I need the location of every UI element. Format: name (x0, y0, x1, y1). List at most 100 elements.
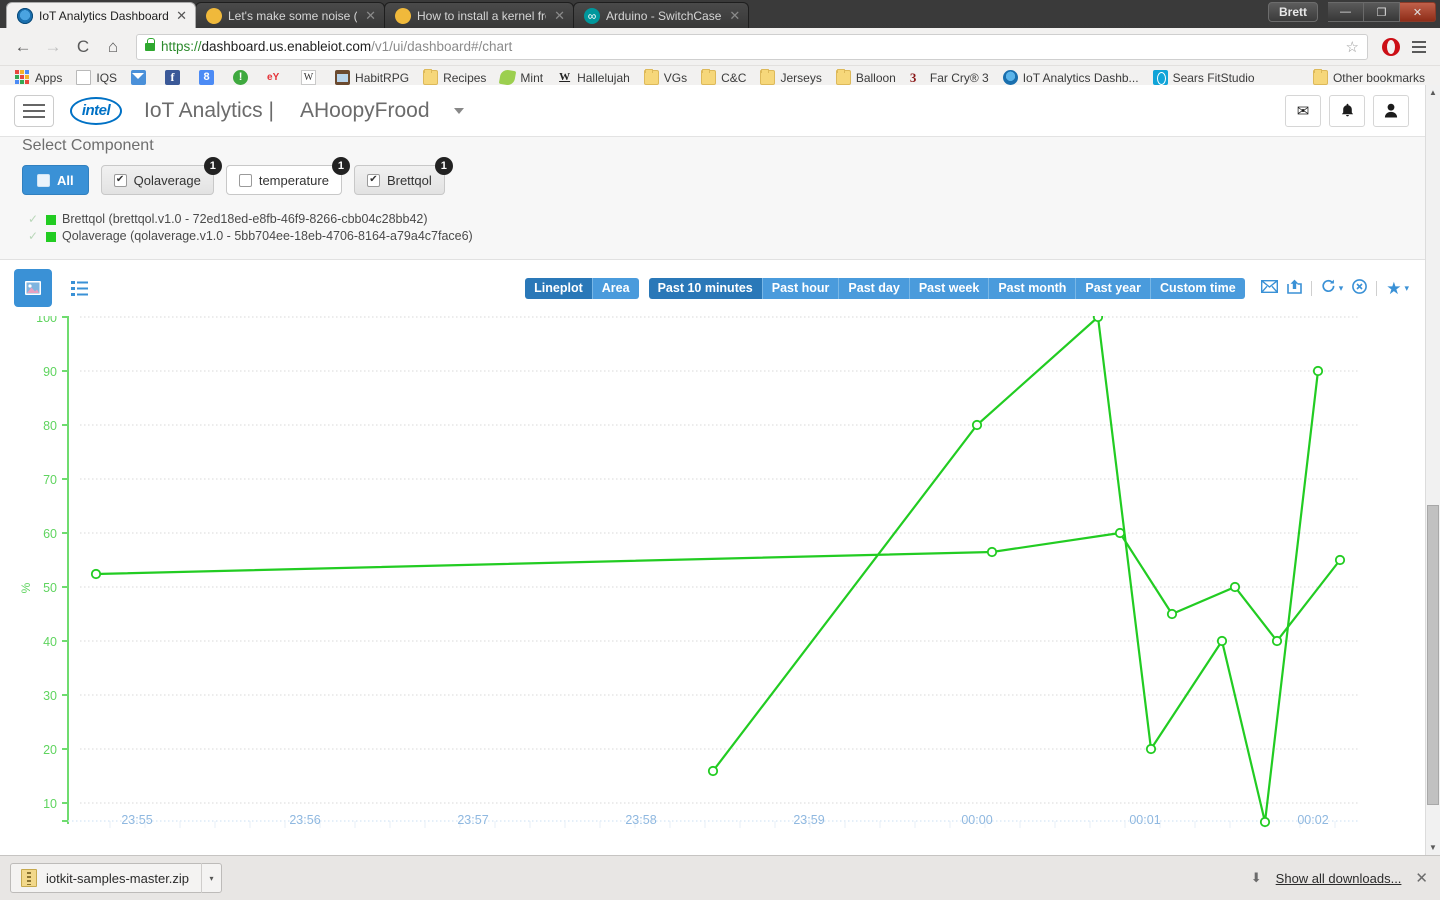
range-past-month[interactable]: Past month (989, 277, 1077, 299)
chip-all[interactable]: All (22, 165, 89, 195)
tab-close-icon[interactable]: ✕ (365, 9, 376, 22)
user-profile-chip[interactable]: Brett (1267, 2, 1318, 22)
notifications-icon[interactable] (1329, 94, 1365, 127)
data-point (986, 546, 998, 558)
tab-lets-make-some-noise[interactable]: Let's make some noise (or ✕ (195, 2, 385, 28)
scroll-up-arrow[interactable]: ▲ (1426, 85, 1440, 100)
back-button[interactable]: ← (10, 34, 36, 60)
show-all-downloads-link[interactable]: Show all downloads... (1276, 871, 1402, 886)
window-controls: Brett — ❐ ✕ (1267, 2, 1436, 22)
stop-refresh-icon[interactable] (1352, 278, 1368, 298)
tab-arduino-switchcase[interactable]: Arduino - SwitchCase ✕ (573, 2, 750, 28)
forward-button[interactable]: → (40, 34, 66, 60)
data-point (90, 568, 102, 580)
y-tick-label: 30 (43, 689, 57, 703)
chip-temperature[interactable]: temperature 1 (225, 157, 350, 195)
share-export-icon[interactable] (1286, 279, 1302, 298)
tab-title: Let's make some noise (or (228, 8, 358, 23)
favorite-star-icon[interactable]: ★ (1386, 280, 1401, 297)
download-chevron-down-icon[interactable]: ▾ (201, 863, 221, 893)
checkbox-all[interactable] (37, 173, 50, 187)
restore-button[interactable]: ❐ (1364, 2, 1400, 22)
range-past-10-minutes[interactable]: Past 10 minutes (648, 277, 763, 299)
address-bar[interactable]: https:// dashboard.us.enableiot.com /v1/… (136, 33, 1368, 60)
account-name[interactable]: AHoopyFrood (300, 99, 430, 123)
bookmark-label: HabitRPG (355, 70, 410, 85)
scrollbar-thumb[interactable] (1427, 505, 1439, 805)
tab-lineplot[interactable]: Lineplot (525, 277, 593, 299)
tab-title: How to install a kernel fro (417, 8, 547, 23)
document-icon (76, 70, 92, 85)
page-scrollbar[interactable]: ▲ ▼ (1425, 85, 1440, 855)
tab-iot-analytics-dashboard[interactable]: IoT Analytics Dashboard ✕ (6, 2, 196, 28)
data-point (1259, 816, 1271, 828)
tab-close-icon[interactable]: ✕ (176, 9, 187, 22)
bookmark-label: C&C (721, 70, 747, 85)
scroll-down-arrow[interactable]: ▼ (1426, 840, 1440, 855)
habitrpg-icon (335, 70, 351, 85)
facebook-icon: f (165, 70, 181, 85)
favorite-caret-icon[interactable]: ▾ (1404, 283, 1409, 294)
tab-close-icon[interactable]: ✕ (554, 9, 565, 22)
checkbox-qolaverage[interactable]: ✔ (113, 173, 127, 187)
folder-icon (835, 69, 851, 85)
refresh-icon[interactable] (1321, 279, 1336, 297)
image-view-icon[interactable] (14, 269, 52, 307)
download-file-name: iotkit-samples-master.zip (46, 870, 190, 886)
x-tick-label: 00:00 (961, 813, 992, 827)
sidebar-toggle-button[interactable] (14, 94, 54, 127)
wikipedia-icon: W (301, 70, 317, 85)
data-point (1229, 581, 1241, 593)
close-download-bar-icon[interactable]: ✕ (1415, 869, 1428, 887)
bookmark-label: Jerseys (780, 70, 822, 85)
range-custom-time[interactable]: Custom time (1150, 277, 1245, 299)
folder-icon (701, 69, 717, 85)
range-past-week[interactable]: Past week (909, 277, 990, 299)
profile-icon[interactable] (1373, 94, 1409, 127)
opera-icon[interactable] (1382, 37, 1400, 56)
tab-close-icon[interactable]: ✕ (729, 9, 740, 22)
reload-button[interactable]: C (70, 34, 96, 60)
x-tick-label: 23:57 (457, 813, 488, 827)
download-item[interactable]: iotkit-samples-master.zip ▾ (10, 863, 223, 893)
check-icon: ✓ (28, 212, 39, 226)
y-axis-title: % (19, 582, 33, 593)
time-range-group: Past 10 minutes Past hour Past day Past … (648, 277, 1245, 299)
chip-brettqol[interactable]: ✔ Brettqol 1 (353, 157, 453, 195)
list-view-icon[interactable] (62, 271, 96, 305)
line-chart[interactable]: 100 90 80 70 60 50 40 30 20 10 % 23:55 2… (0, 316, 1425, 846)
list-item[interactable]: ✓ Qolaverage (qolaverage.v1.0 - 5bb704ee… (22, 228, 1403, 245)
range-past-hour[interactable]: Past hour (762, 277, 840, 299)
messages-icon[interactable]: ✉ (1285, 94, 1321, 127)
list-item[interactable]: ✓ Brettqol (brettqol.v1.0 - 72ed18ed-e8f… (22, 211, 1403, 228)
tab-area[interactable]: Area (592, 277, 639, 299)
x-tick-label: 23:58 (625, 813, 656, 827)
page-content: intel IoT Analytics | AHoopyFrood ✉ Sele… (0, 85, 1425, 846)
data-point (1216, 635, 1228, 647)
account-chevron-down-icon[interactable] (453, 107, 464, 114)
y-tick-label: 100 (36, 316, 57, 325)
range-past-day[interactable]: Past day (839, 277, 910, 299)
tab-how-to-install-a-kernel[interactable]: How to install a kernel fro ✕ (384, 2, 574, 28)
chip-label: Brettqol (386, 172, 432, 188)
green-exclaim-icon: ! (233, 70, 249, 85)
minimize-button[interactable]: — (1328, 2, 1364, 22)
bookmark-star-icon[interactable]: ☆ (1346, 38, 1359, 56)
chart-container[interactable]: 100 90 80 70 60 50 40 30 20 10 % 23:55 2… (0, 316, 1425, 846)
email-export-icon[interactable] (1260, 279, 1278, 297)
home-button[interactable]: ⌂ (100, 34, 126, 60)
data-point (971, 419, 983, 431)
close-window-button[interactable]: ✕ (1400, 2, 1436, 22)
checkbox-temperature[interactable] (238, 173, 252, 187)
refresh-caret-icon[interactable]: ▾ (1339, 283, 1344, 294)
bookmark-label: Other bookmarks (1332, 70, 1425, 85)
range-past-year[interactable]: Past year (1076, 277, 1151, 299)
hamburger-menu-icon[interactable] (1408, 34, 1430, 60)
google-plus-icon: 8 (199, 70, 215, 85)
folder-icon (1312, 69, 1328, 85)
chip-qolaverage[interactable]: ✔ Qolaverage 1 (100, 157, 222, 195)
bookmark-label: Hallelujah (577, 70, 630, 85)
download-bar-actions: ⬇ Show all downloads... ✕ (1251, 869, 1428, 887)
component-chip-list: All ✔ Qolaverage 1 temperature 1 ✔ Brett… (22, 157, 1403, 195)
checkbox-brettqol[interactable]: ✔ (366, 173, 380, 187)
